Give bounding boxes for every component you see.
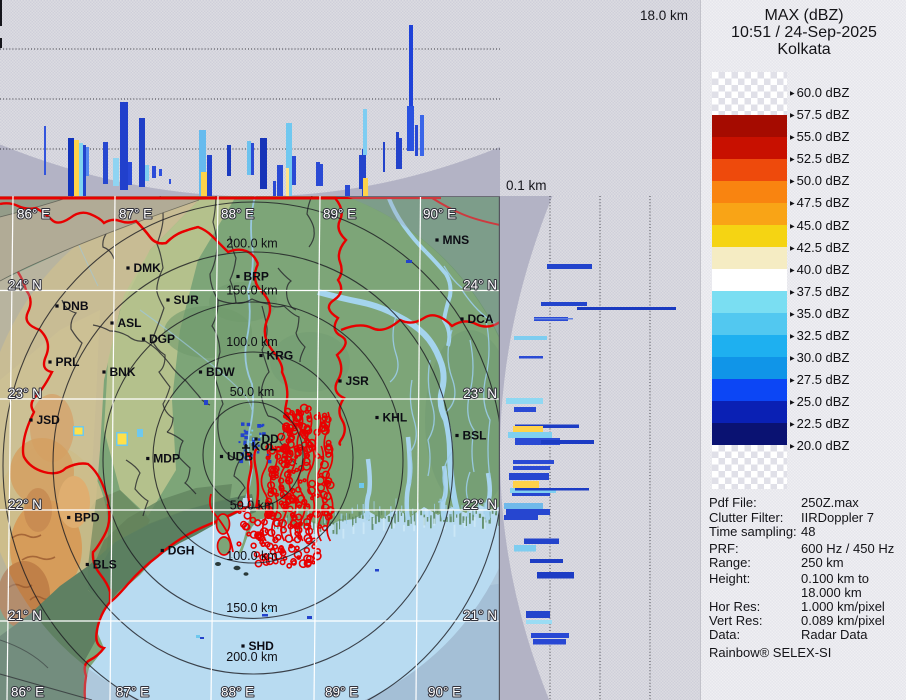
svg-text:23° N: 23° N xyxy=(463,386,497,401)
svg-text:89° E: 89° E xyxy=(325,685,358,700)
svg-text:PRL: PRL xyxy=(56,355,80,369)
svg-text:BLS: BLS xyxy=(93,558,117,572)
svg-text:DNB: DNB xyxy=(63,299,89,313)
svg-text:JSR: JSR xyxy=(346,374,370,388)
svg-text:BPD: BPD xyxy=(74,511,100,525)
svg-text:87° E: 87° E xyxy=(116,685,149,700)
svg-text:86° E: 86° E xyxy=(11,685,44,700)
svg-text:50.0 km: 50.0 km xyxy=(230,499,274,513)
svg-text:88° E: 88° E xyxy=(221,685,254,700)
svg-text:150.0 km: 150.0 km xyxy=(226,601,277,615)
svg-text:BRP: BRP xyxy=(244,270,269,284)
svg-text:DMK: DMK xyxy=(134,261,162,275)
svg-text:JSD: JSD xyxy=(37,413,61,427)
svg-text:BSL: BSL xyxy=(463,429,487,443)
svg-text:87° E: 87° E xyxy=(119,207,152,222)
svg-text:KRG: KRG xyxy=(267,349,294,363)
svg-text:24° N: 24° N xyxy=(463,278,497,293)
svg-text:22° N: 22° N xyxy=(8,497,42,512)
svg-text:100.0 km: 100.0 km xyxy=(226,549,277,563)
svg-text:BNK: BNK xyxy=(110,365,136,379)
svg-text:21° N: 21° N xyxy=(463,608,497,623)
svg-text:21° N: 21° N xyxy=(8,608,42,623)
svg-text:MNS: MNS xyxy=(443,233,470,247)
svg-text:90° E: 90° E xyxy=(423,207,456,222)
svg-text:86° E: 86° E xyxy=(17,207,50,222)
svg-text:UDB: UDB xyxy=(227,450,253,464)
svg-text:ASL: ASL xyxy=(118,316,142,330)
svg-text:90° E: 90° E xyxy=(428,685,461,700)
svg-text:DGH: DGH xyxy=(168,544,195,558)
svg-text:DGP: DGP xyxy=(149,332,175,346)
svg-text:SHD: SHD xyxy=(249,639,275,653)
svg-text:KOL: KOL xyxy=(252,440,277,454)
svg-text:KHL: KHL xyxy=(383,411,408,425)
svg-text:MDP: MDP xyxy=(153,452,180,466)
svg-text:BDW: BDW xyxy=(206,365,235,379)
svg-text:23° N: 23° N xyxy=(8,386,42,401)
svg-text:22° N: 22° N xyxy=(463,497,497,512)
svg-text:24° N: 24° N xyxy=(8,278,42,293)
svg-text:SUR: SUR xyxy=(174,293,200,307)
svg-text:200.0 km: 200.0 km xyxy=(226,237,277,251)
svg-text:89° E: 89° E xyxy=(323,207,356,222)
svg-text:DCA: DCA xyxy=(468,312,494,326)
svg-text:88° E: 88° E xyxy=(221,207,254,222)
svg-text:50.0 km: 50.0 km xyxy=(230,385,274,399)
svg-text:150.0 km: 150.0 km xyxy=(226,284,277,298)
svg-text:100.0 km: 100.0 km xyxy=(226,335,277,349)
